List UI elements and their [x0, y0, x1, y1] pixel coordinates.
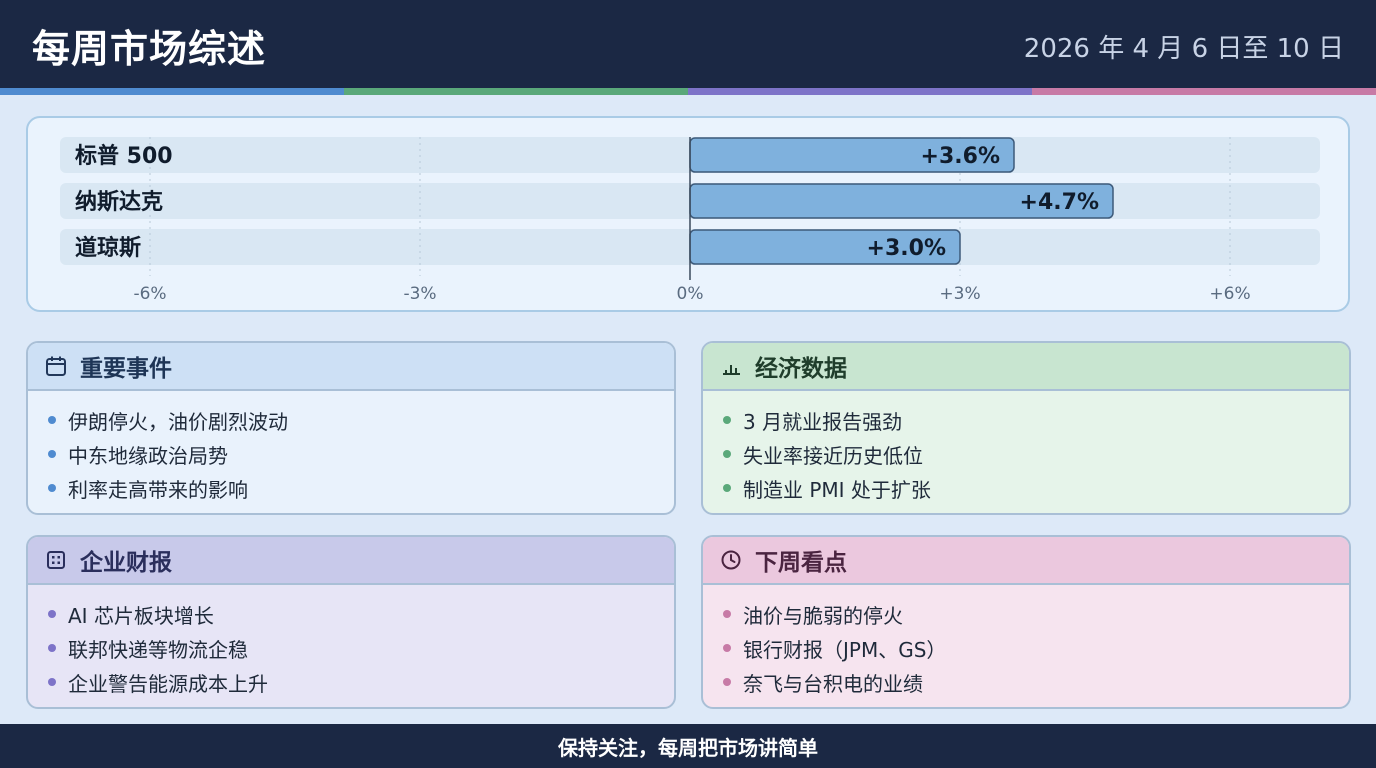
bullet-dot	[723, 450, 731, 458]
bullet-dot	[48, 450, 56, 458]
list-item: 油价与脆弱的停火	[723, 597, 1349, 631]
bullet-dot	[723, 678, 731, 686]
accent-stripe-pink	[1032, 88, 1376, 95]
panel-events-title: 重要事件	[80, 356, 172, 382]
list-item-text: 中东地缘政治局势	[68, 443, 228, 468]
tick-label: -3%	[403, 284, 436, 304]
date-range: 2026 年 4 月 6 日至 10 日	[1023, 34, 1344, 64]
bullet-dot	[48, 678, 56, 686]
accent-stripe-green	[344, 88, 688, 95]
accent-stripe-blue	[0, 88, 344, 95]
category-label: 标普 500	[75, 143, 173, 169]
panel-next-week-header: 下周看点	[703, 537, 1349, 585]
list-item-text: 银行财报（JPM、GS）	[743, 637, 947, 662]
list-item: 利率走高带来的影响	[48, 471, 674, 505]
footer-bar: 保持关注，每周把市场讲简单	[0, 724, 1376, 768]
panel-economy-header: 经济数据	[703, 343, 1349, 391]
calendar-icon	[44, 354, 68, 378]
tick-label: 0%	[677, 284, 704, 304]
panel-earnings: 企业财报 AI 芯片板块增长 联邦快递等物流企稳 企业警告能源成本上升	[26, 535, 676, 709]
list-item-text: 联邦快递等物流企稳	[68, 637, 248, 662]
panel-earnings-list: AI 芯片板块增长 联邦快递等物流企稳 企业警告能源成本上升	[28, 585, 674, 699]
panel-earnings-header: 企业财报	[28, 537, 674, 585]
list-item-text: 制造业 PMI 处于扩张	[743, 477, 931, 502]
clock-icon	[719, 548, 743, 572]
panel-events-header: 重要事件	[28, 343, 674, 391]
header-bar: 每周市场综述 2026 年 4 月 6 日至 10 日	[0, 0, 1376, 88]
bar-value-label: +3.0%	[867, 236, 946, 261]
list-item-text: 企业警告能源成本上升	[68, 671, 268, 696]
category-label: 纳斯达克	[75, 189, 163, 215]
bar-value-label: +3.6%	[921, 144, 1000, 169]
list-item: AI 芯片板块增长	[48, 597, 674, 631]
list-item-text: 伊朗停火，油价剧烈波动	[68, 409, 288, 434]
list-item: 联邦快递等物流企稳	[48, 631, 674, 665]
tick-label: +3%	[939, 284, 980, 304]
bullet-dot	[723, 416, 731, 424]
category-label: 道琼斯	[75, 235, 141, 261]
panel-next-week-list: 油价与脆弱的停火 银行财报（JPM、GS） 奈飞与台积电的业绩	[703, 585, 1349, 699]
panel-economy-list: 3 月就业报告强劲 失业率接近历史低位 制造业 PMI 处于扩张	[703, 391, 1349, 505]
panel-events-list: 伊朗停火，油价剧烈波动 中东地缘政治局势 利率走高带来的影响	[28, 391, 674, 505]
tick-label: -6%	[133, 284, 166, 304]
list-item: 银行财报（JPM、GS）	[723, 631, 1349, 665]
list-item-text: 失业率接近历史低位	[743, 443, 923, 468]
bar-chart-icon	[719, 354, 743, 378]
bullet-dot	[723, 610, 731, 618]
list-item: 企业警告能源成本上升	[48, 665, 674, 699]
bullet-dot	[723, 644, 731, 652]
list-item: 中东地缘政治局势	[48, 437, 674, 471]
panel-events: 重要事件 伊朗停火，油价剧烈波动 中东地缘政治局势 利率走高带来的影响	[26, 341, 676, 515]
bar-value-label: +4.7%	[1020, 190, 1099, 215]
bullet-dot	[48, 484, 56, 492]
list-item: 3 月就业报告强劲	[723, 403, 1349, 437]
bullet-dot	[48, 644, 56, 652]
list-item-text: AI 芯片板块增长	[68, 603, 214, 628]
list-item: 奈飞与台积电的业绩	[723, 665, 1349, 699]
panel-economy-title: 经济数据	[755, 356, 847, 382]
accent-stripe-purple	[688, 88, 1032, 95]
list-item: 失业率接近历史低位	[723, 437, 1349, 471]
list-item-text: 利率走高带来的影响	[68, 477, 248, 502]
panel-next-week-title: 下周看点	[755, 550, 847, 576]
list-item-text: 3 月就业报告强劲	[743, 409, 903, 434]
building-icon	[44, 548, 68, 572]
list-item: 伊朗停火，油价剧烈波动	[48, 403, 674, 437]
panel-economy: 经济数据 3 月就业报告强劲 失业率接近历史低位 制造业 PMI 处于扩张	[701, 341, 1351, 515]
panel-earnings-title: 企业财报	[80, 550, 172, 576]
bullet-dot	[48, 610, 56, 618]
bullet-dot	[723, 484, 731, 492]
panel-next-week: 下周看点 油价与脆弱的停火 银行财报（JPM、GS） 奈飞与台积电的业绩	[701, 535, 1351, 709]
list-item: 制造业 PMI 处于扩张	[723, 471, 1349, 505]
index-performance-chart: +3.6% 标普 500 +4.7% 纳斯达克 +3.0% 道琼斯 -6% -3% 0% +3% +…	[60, 137, 1320, 304]
index-performance-card: +3.6% 标普 500 +4.7% 纳斯达克 +3.0% 道琼斯 -6% -3% 0% +3% +…	[26, 116, 1350, 312]
list-item-text: 奈飞与台积电的业绩	[743, 671, 923, 696]
tick-label: +6%	[1209, 284, 1250, 304]
footer-text: 保持关注，每周把市场讲简单	[558, 735, 818, 760]
page-title: 每周市场综述	[32, 27, 267, 71]
list-item-text: 油价与脆弱的停火	[743, 603, 903, 628]
bullet-dot	[48, 416, 56, 424]
